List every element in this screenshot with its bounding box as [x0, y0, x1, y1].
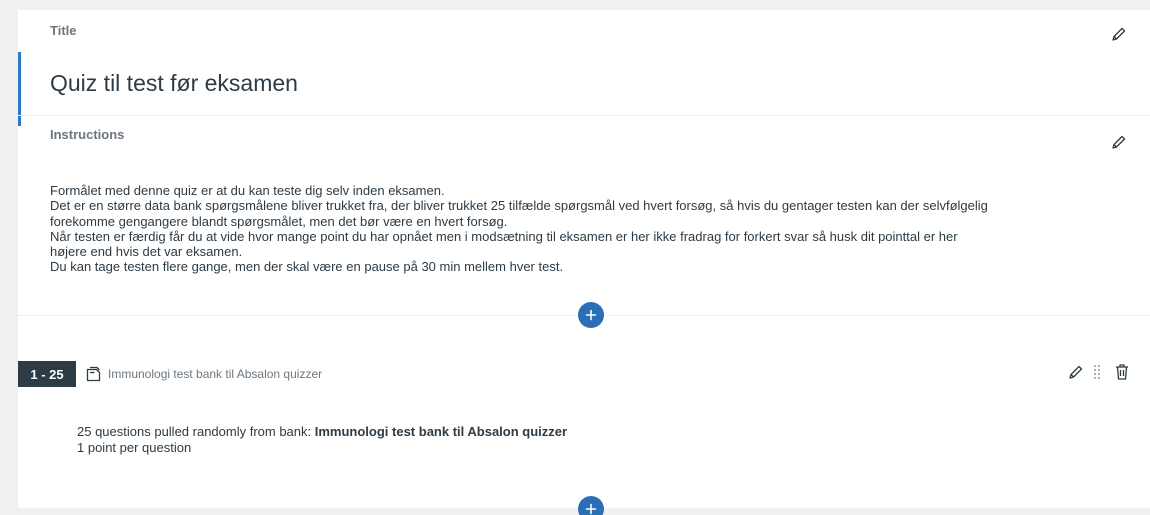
pencil-icon[interactable]: [1111, 26, 1127, 42]
question-group-details: 25 questions pulled randomly from bank: …: [77, 424, 567, 455]
trash-icon[interactable]: [1114, 363, 1130, 381]
pencil-icon[interactable]: [1068, 363, 1084, 381]
points-per-question: 1 point per question: [77, 439, 192, 455]
section-divider: [18, 115, 1150, 116]
instructions-line: Formålet med denne quiz er at du kan tes…: [50, 183, 445, 198]
drag-handle-icon[interactable]: [1093, 363, 1101, 381]
quiz-editor-panel: Title Quiz til test før eksamen Instruct…: [18, 10, 1150, 515]
add-item-button[interactable]: [578, 302, 604, 328]
instructions-line: Når testen er færdig får du at vide hvor…: [50, 228, 958, 244]
instructions-text: Formålet med denne quiz er at du kan tes…: [50, 183, 1140, 275]
question-bank-name[interactable]: Immunologi test bank til Absalon quizzer: [108, 367, 322, 381]
title-section-label: Title: [50, 23, 77, 38]
instructions-line: Du kan tage testen flere gange, men der …: [50, 259, 564, 275]
instructions-line: forekomme gengangere blandt spørgsmålet,…: [50, 213, 508, 229]
page-title[interactable]: Quiz til test før eksamen: [50, 70, 298, 97]
instructions-section-label: Instructions: [50, 127, 125, 142]
instructions-line: højere end hvis det var eksamen.: [50, 244, 243, 260]
pulled-prefix: 25 questions pulled randomly from bank:: [77, 424, 315, 439]
add-item-button[interactable]: [578, 496, 604, 515]
plus-icon: [585, 309, 597, 321]
question-bank-icon: [86, 366, 101, 382]
pencil-icon[interactable]: [1111, 134, 1127, 150]
question-range-badge: 1 - 25: [18, 361, 76, 387]
pulled-questions-text: 25 questions pulled randomly from bank: …: [77, 424, 567, 440]
instructions-line: Det er en større data bank spørgsmålene …: [50, 198, 988, 214]
pulled-bank-name: Immunologi test bank til Absalon quizzer: [314, 424, 568, 439]
plus-icon: [585, 503, 597, 515]
